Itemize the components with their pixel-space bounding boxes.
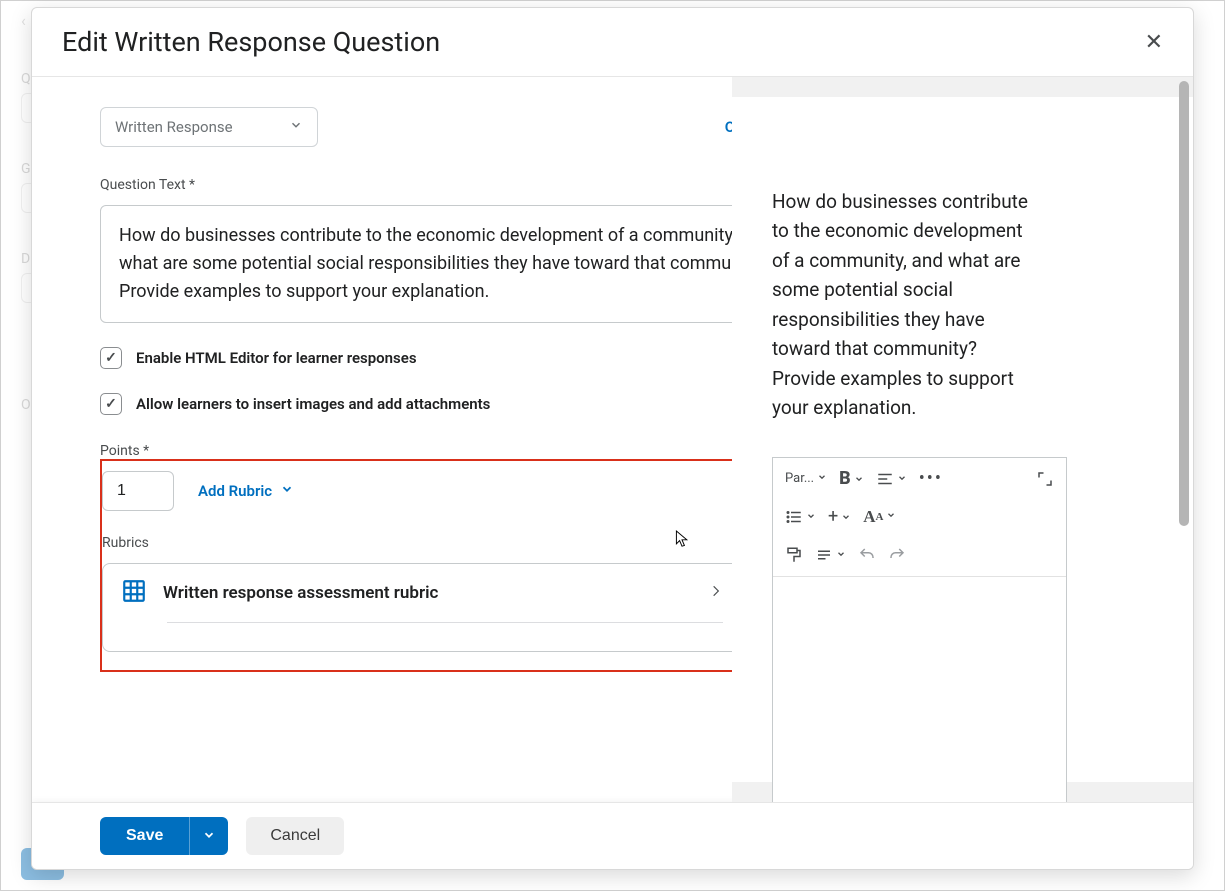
preview-question-text: How do businesses contribute to the econ…	[732, 97, 1037, 443]
modal-title: Edit Written Response Question	[62, 26, 440, 58]
list-button[interactable]	[781, 502, 820, 532]
chevron-down-icon	[838, 506, 851, 527]
points-input[interactable]	[102, 471, 174, 511]
add-rubric-dropdown[interactable]: Add Rubric	[198, 482, 294, 500]
more-actions-icon[interactable]: •••	[915, 464, 947, 494]
question-type-select[interactable]: Written Response	[100, 107, 318, 147]
chevron-down-icon	[814, 471, 827, 486]
expand-right-icon[interactable]	[709, 582, 723, 604]
chevron-down-icon	[851, 468, 864, 489]
rubric-card[interactable]: Written response assessment rubric ✕	[102, 563, 732, 652]
question-text-label: Question Text *	[100, 177, 732, 193]
fullscreen-icon[interactable]	[1032, 464, 1058, 494]
save-button[interactable]: Save	[100, 817, 189, 855]
editor-body[interactable]	[773, 577, 1066, 803]
options-label: Options	[725, 118, 732, 136]
preview-scrollbar[interactable]	[1179, 81, 1189, 798]
options-dropdown[interactable]: Options	[725, 118, 732, 136]
chevron-down-icon	[280, 482, 294, 500]
preview-editor[interactable]: Par... B •••	[772, 457, 1067, 803]
save-dropdown-button[interactable]	[189, 817, 228, 855]
add-rubric-label: Add Rubric	[198, 482, 272, 500]
rubric-grid-icon	[121, 578, 147, 608]
font-size-button[interactable]: AA	[859, 502, 900, 532]
chevron-down-icon	[803, 509, 816, 525]
enable-html-checkbox[interactable]	[100, 347, 122, 369]
chevron-down-icon	[202, 828, 216, 845]
chevron-down-icon	[833, 547, 846, 563]
chevron-down-icon	[289, 118, 303, 136]
preview-panel: How do businesses contribute to the econ…	[732, 77, 1193, 802]
redo-icon[interactable]	[884, 540, 910, 570]
question-text-input[interactable]: How do businesses contribute to the econ…	[100, 205, 732, 323]
bold-button[interactable]: B	[835, 464, 868, 494]
rubrics-label: Rubrics	[102, 535, 732, 551]
question-type-value: Written Response	[115, 118, 233, 136]
format-painter-icon[interactable]	[781, 540, 807, 570]
allow-images-checkbox[interactable]	[100, 393, 122, 415]
editor-toolbar: Par... B •••	[773, 458, 1066, 577]
points-label: Points *	[100, 443, 732, 459]
close-icon[interactable]: ✕	[1145, 30, 1163, 55]
points-rubric-highlight: Add Rubric Rubrics	[100, 459, 732, 672]
allow-images-label: Allow learners to insert images and add …	[136, 395, 490, 413]
insert-button[interactable]: +	[824, 502, 855, 532]
align-button[interactable]	[872, 464, 911, 494]
modal-footer: Save Cancel	[32, 802, 1193, 869]
equation-icon[interactable]	[811, 540, 850, 570]
modal-header: Edit Written Response Question ✕	[32, 8, 1193, 77]
paragraph-style-dropdown[interactable]: Par...	[781, 464, 831, 494]
undo-icon[interactable]	[854, 540, 880, 570]
edit-question-modal: Edit Written Response Question ✕ Written…	[31, 7, 1194, 870]
chevron-down-icon	[894, 471, 907, 487]
cancel-button[interactable]: Cancel	[246, 817, 344, 855]
chevron-down-icon	[883, 509, 896, 525]
rubric-title: Written response assessment rubric	[163, 583, 693, 603]
enable-html-label: Enable HTML Editor for learner responses	[136, 349, 417, 367]
